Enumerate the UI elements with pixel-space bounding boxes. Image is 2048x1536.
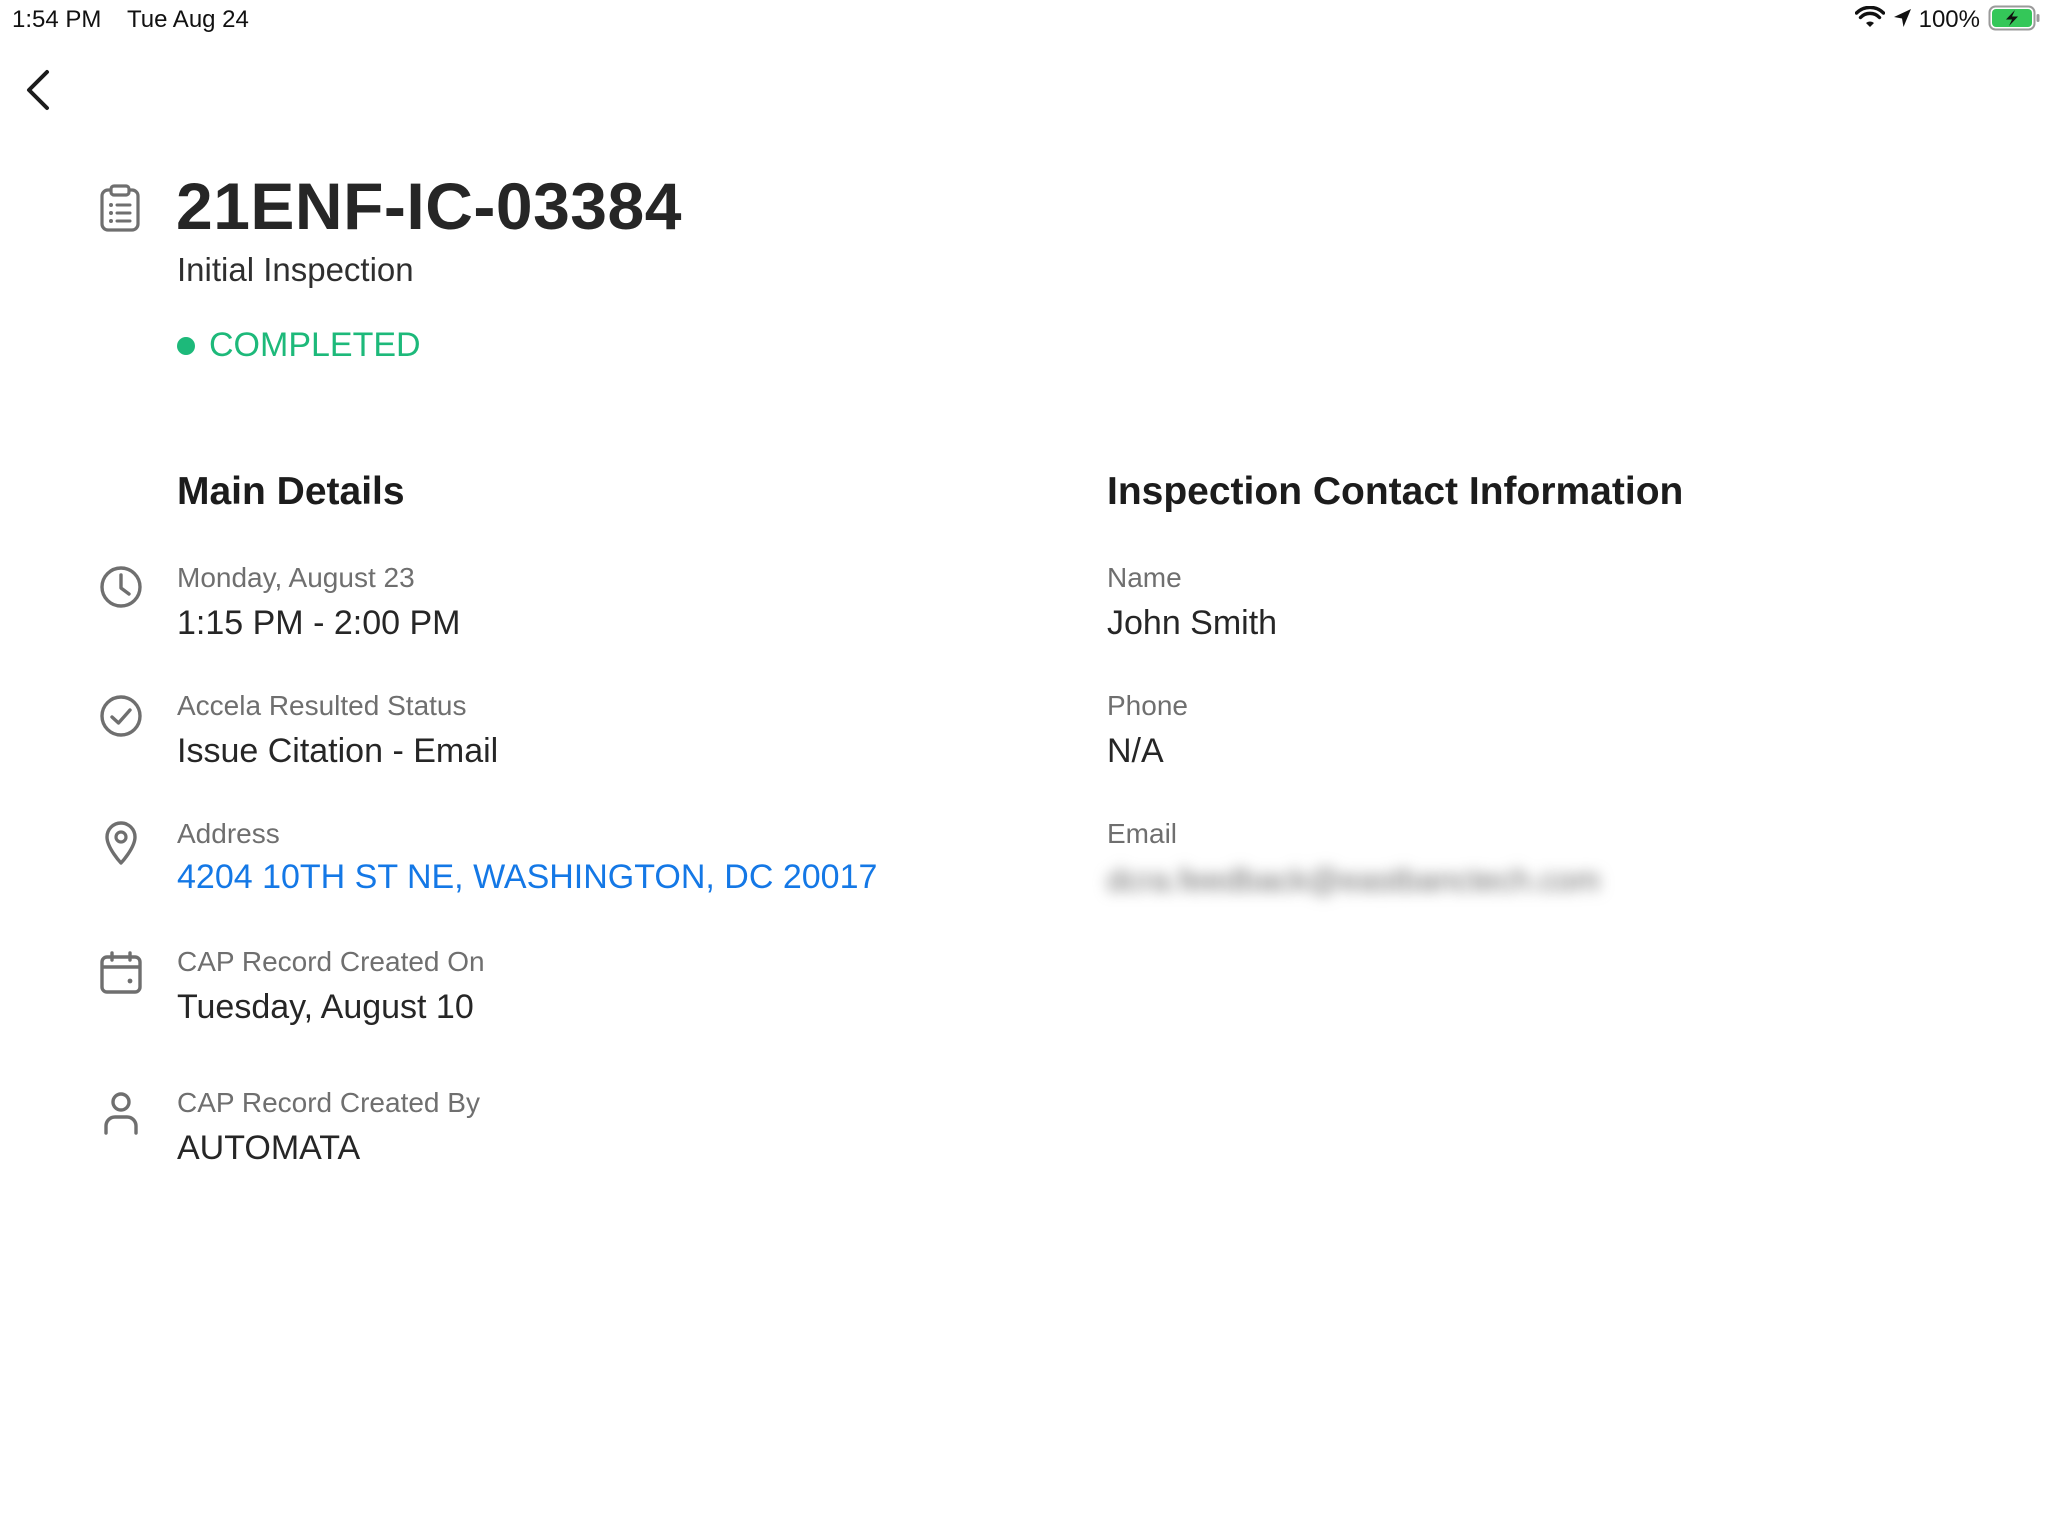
clipboard-list-icon (98, 184, 142, 232)
resulted-status-value: Issue Citation - Email (177, 732, 499, 770)
status-bar-time: 1:54 PM (12, 6, 102, 33)
map-pin-icon (98, 820, 144, 866)
created-on-label: CAP Record Created On (177, 946, 485, 977)
user-icon (98, 1090, 144, 1136)
check-circle-icon (98, 693, 144, 739)
contact-name-label: Name (1107, 562, 1182, 593)
schedule-time-value: 1:15 PM - 2:00 PM (177, 604, 461, 642)
schedule-date-label: Monday, August 23 (177, 562, 415, 593)
created-on-value: Tuesday, August 10 (177, 988, 474, 1026)
chevron-left-icon (24, 68, 52, 117)
status-dot (177, 336, 195, 355)
back-button[interactable] (14, 64, 62, 120)
status-bar-indicators: 100% (1854, 4, 2042, 36)
address-label: Address (177, 818, 280, 849)
status-badge: COMPLETED (177, 326, 421, 365)
main-details-title: Main Details (177, 470, 405, 513)
status-text: COMPLETED (209, 326, 421, 364)
created-by-label: CAP Record Created By (177, 1087, 480, 1118)
location-arrow-icon (1891, 6, 1913, 35)
contact-email-value[interactable]: dcra.feedback@eastbanctech.com (1107, 862, 1600, 899)
created-by-value: AUTOMATA (177, 1129, 361, 1167)
record-subtitle: Initial Inspection (177, 251, 414, 288)
record-title: 21ENF-IC-03384 (176, 169, 682, 243)
status-bar-date: Tue Aug 24 (127, 6, 249, 33)
battery-charging-icon (1988, 5, 2042, 36)
battery-percentage: 100% (1918, 6, 1980, 33)
wifi-icon (1854, 5, 1885, 35)
contact-name-value: John Smith (1107, 604, 1278, 642)
clock-icon (98, 564, 144, 610)
calendar-icon (98, 950, 144, 996)
contact-phone-value: N/A (1107, 732, 1164, 770)
resulted-status-label: Accela Resulted Status (177, 690, 467, 721)
contact-phone-label: Phone (1107, 690, 1188, 721)
address-link[interactable]: 4204 10TH ST NE, WASHINGTON, DC 20017 (177, 858, 877, 897)
contact-info-title: Inspection Contact Information (1107, 470, 1684, 513)
contact-email-label: Email (1107, 818, 1178, 849)
